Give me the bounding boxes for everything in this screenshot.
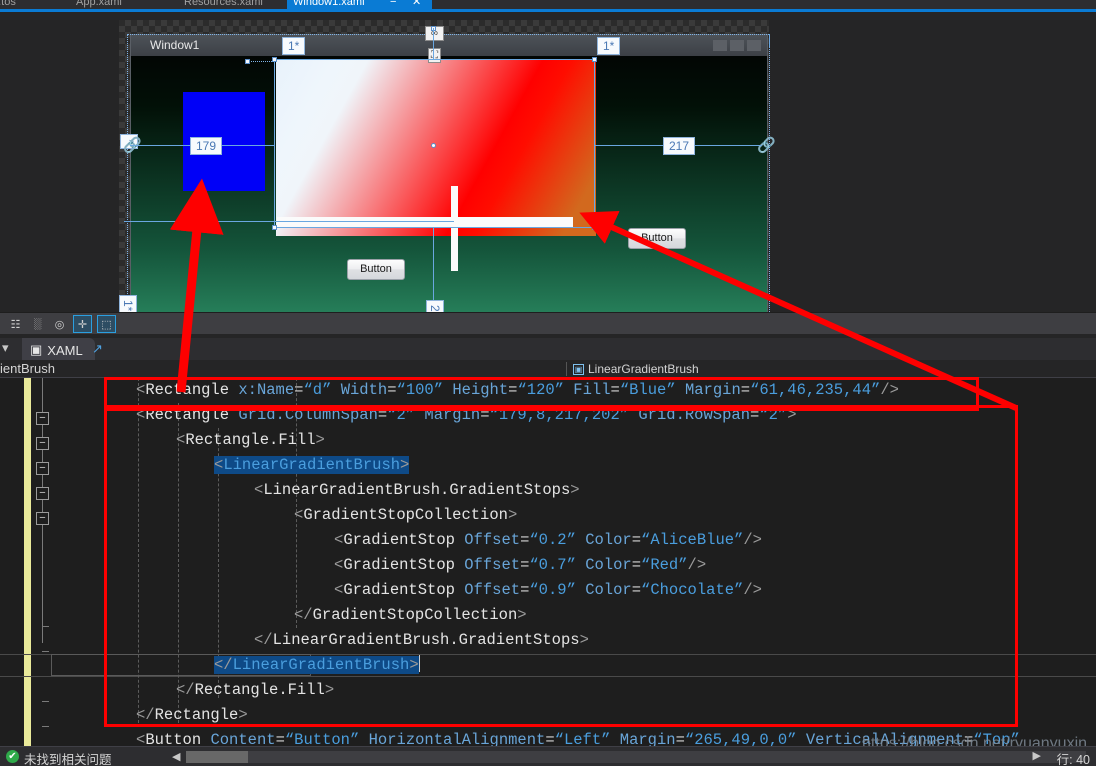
editor-hscrollbar-thumb[interactable] bbox=[186, 751, 248, 763]
margin-left-value[interactable]: 179 bbox=[190, 137, 223, 155]
snap-lines-icon[interactable]: ✛ bbox=[73, 315, 92, 333]
editor-hscrollbar-track[interactable] bbox=[186, 751, 1086, 763]
status-bar: ✔ 未找到相关问题 ◀ ▶ 行: 40 bbox=[0, 746, 1096, 766]
selection-handle-bl[interactable] bbox=[272, 225, 277, 230]
brush-icon: ▣ bbox=[573, 363, 584, 375]
row-rail-left bbox=[127, 34, 128, 324]
design-button-1[interactable]: Button bbox=[347, 259, 405, 280]
view-expand-arrow-icon[interactable]: ▾ bbox=[2, 340, 9, 356]
column-width-badge-left[interactable]: 1* bbox=[282, 37, 306, 55]
xaml-tab-icon: ▣ bbox=[30, 342, 43, 357]
top-left-connector-dot[interactable] bbox=[245, 59, 250, 64]
gridlines-icon[interactable]: ⬚ bbox=[97, 315, 116, 333]
vs-window: ...tos App.xaml Resources.xaml Window1.x… bbox=[0, 0, 1096, 766]
designer-toolbar[interactable]: ☷ ░ ◎ ▦ ✛ ⬚ ◀ bbox=[0, 312, 1096, 645]
status-line-number: 行: 40 bbox=[1056, 753, 1090, 766]
right-edge-rail bbox=[769, 34, 770, 324]
selection-center-dot[interactable] bbox=[431, 143, 436, 148]
xaml-designer-surface[interactable]: Window1 Button Button 1* 1* 1* * 🔗 🔗 ∞ ⛶… bbox=[0, 12, 1096, 332]
status-scroll-right-arrow[interactable]: ▶ bbox=[1033, 749, 1041, 762]
xaml-tab-label: XAML bbox=[47, 342, 83, 358]
column-rail-top bbox=[127, 34, 769, 35]
popout-window-icon[interactable]: ↗ bbox=[92, 341, 103, 357]
snap-grid-icon[interactable]: ░ bbox=[28, 315, 47, 333]
breadcrumb-right-item[interactable]: ▣ LinearGradientBrush bbox=[573, 360, 699, 378]
breadcrumb-separator bbox=[566, 362, 567, 376]
status-scroll-left-arrow[interactable]: ◀ bbox=[172, 750, 180, 763]
baseline-guide bbox=[124, 221, 454, 222]
margin-right-value[interactable]: 217 bbox=[663, 137, 696, 155]
annotation-box-gradient-block bbox=[104, 405, 1018, 727]
status-ok-icon: ✔ bbox=[6, 750, 19, 763]
xaml-view-tab-row[interactable]: ▾ ▣ XAML ↗ bbox=[0, 338, 1096, 360]
top-left-connector bbox=[248, 61, 274, 62]
status-message: 未找到相关问题 bbox=[24, 753, 112, 766]
target-icon[interactable]: ◎ bbox=[50, 315, 69, 333]
margin-link-icon-right[interactable]: 🔗 bbox=[757, 138, 776, 154]
design-button-2[interactable]: Button bbox=[628, 228, 686, 249]
selection-handle-br[interactable] bbox=[592, 225, 597, 230]
breadcrumb-left-label[interactable]: ientBrush bbox=[0, 360, 55, 378]
tab-xaml-view[interactable]: ▣ XAML bbox=[22, 338, 95, 360]
selection-handle-tr[interactable] bbox=[592, 57, 597, 62]
design-window-chrome: Window1 bbox=[130, 34, 768, 56]
breadcrumb-right-label: LinearGradientBrush bbox=[588, 362, 699, 376]
grid-view-icon[interactable]: ☷ bbox=[6, 315, 25, 333]
right-edge-marker bbox=[769, 34, 770, 48]
column-width-badge-right[interactable]: 1* bbox=[597, 37, 621, 55]
design-window-buttons bbox=[713, 40, 761, 51]
breadcrumb[interactable]: ientBrush ▣ LinearGradientBrush bbox=[0, 360, 1096, 378]
design-window-title: Window1 bbox=[150, 38, 200, 52]
margin-guide-top bbox=[433, 28, 434, 60]
margin-link-icon-left[interactable]: 🔗 bbox=[123, 138, 142, 154]
